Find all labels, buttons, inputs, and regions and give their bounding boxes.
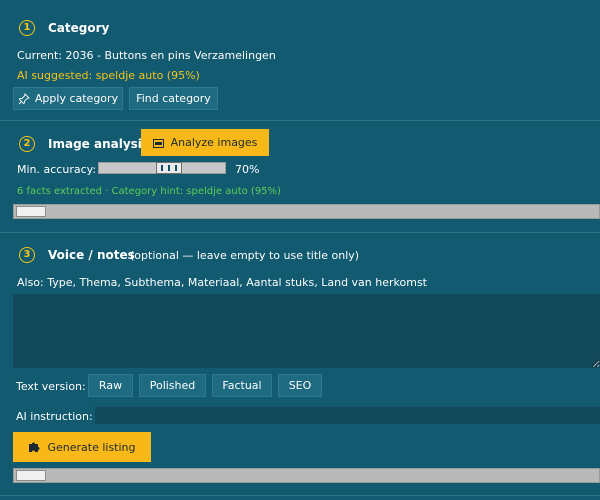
- section-title-image-analysis: Image analysis: [48, 137, 150, 151]
- section-title-category: Category: [48, 21, 110, 35]
- section-number-category: 1: [19, 20, 35, 36]
- find-category-button[interactable]: Find category: [129, 87, 218, 110]
- facts-status: 6 facts extracted · Category hint: speld…: [17, 186, 281, 197]
- ai-suggested-category: AI suggested: speldje auto (95%): [17, 69, 200, 82]
- section-divider: [0, 232, 600, 233]
- voice-notes-textarea[interactable]: [13, 294, 600, 368]
- puzzle-icon: [28, 441, 40, 453]
- ai-instruction-input[interactable]: [95, 407, 600, 424]
- also-fields: Also: Type, Thema, Subthema, Materiaal, …: [17, 276, 427, 289]
- image-icon: [152, 138, 164, 148]
- section-number-voice: 3: [19, 247, 35, 263]
- generate-listing-label: Generate listing: [47, 440, 136, 454]
- analyze-images-label: Analyze images: [170, 136, 258, 149]
- apply-category-label: Apply category: [34, 92, 119, 105]
- find-category-label: Find category: [136, 92, 211, 105]
- image-analysis-progress-bar: [13, 204, 600, 219]
- version-factual-button[interactable]: Factual: [212, 374, 272, 397]
- min-accuracy-slider-thumb[interactable]: [156, 162, 182, 174]
- generate-listing-button[interactable]: Generate listing: [13, 432, 151, 462]
- min-accuracy-value: 70%: [235, 163, 260, 176]
- section-divider: [0, 120, 600, 121]
- progress-thumb: [16, 470, 46, 481]
- version-seo-button[interactable]: SEO: [278, 374, 322, 397]
- generate-progress-bar: [13, 468, 600, 483]
- analyze-images-button[interactable]: Analyze images: [141, 129, 269, 156]
- pin-icon: [18, 92, 30, 105]
- section-number-image-analysis: 2: [19, 136, 35, 152]
- apply-category-button[interactable]: Apply category: [13, 87, 123, 110]
- min-accuracy-label: Min. accuracy:: [17, 163, 97, 176]
- progress-thumb: [16, 206, 46, 217]
- section-divider: [0, 495, 600, 496]
- section-title-voice: Voice / notes: [48, 248, 135, 262]
- text-version-label: Text version:: [16, 380, 86, 393]
- voice-hint: (optional — leave empty to use title onl…: [130, 249, 360, 262]
- version-raw-button[interactable]: Raw: [88, 374, 133, 397]
- current-category: Current: 2036 - Buttons en pins Verzamel…: [17, 49, 276, 62]
- version-polished-button[interactable]: Polished: [139, 374, 206, 397]
- min-accuracy-slider[interactable]: [98, 162, 226, 174]
- ai-instruction-label: AI instruction:: [16, 410, 93, 423]
